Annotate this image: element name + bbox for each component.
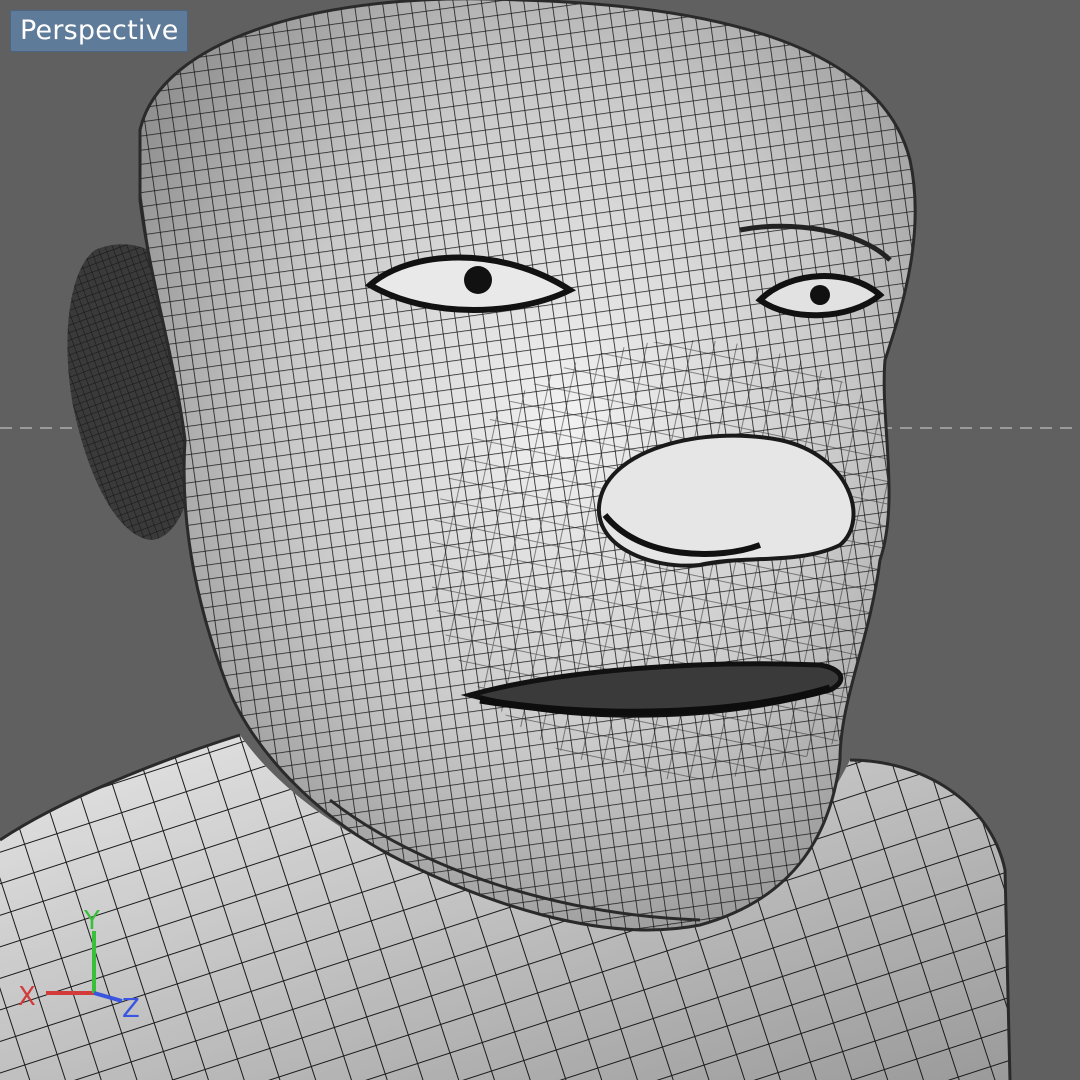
nose: [596, 433, 856, 568]
3d-viewport[interactable]: Perspective X Y Z: [0, 0, 1080, 1080]
viewport-scene[interactable]: [0, 0, 1080, 1080]
x-axis-label: X: [18, 982, 36, 1012]
z-axis-label: Z: [122, 994, 140, 1024]
z-axis-line: [93, 991, 123, 1003]
view-mode-label[interactable]: Perspective: [10, 10, 188, 52]
y-axis-label: Y: [83, 906, 100, 936]
axis-gizmo: X Y Z: [18, 906, 140, 1024]
